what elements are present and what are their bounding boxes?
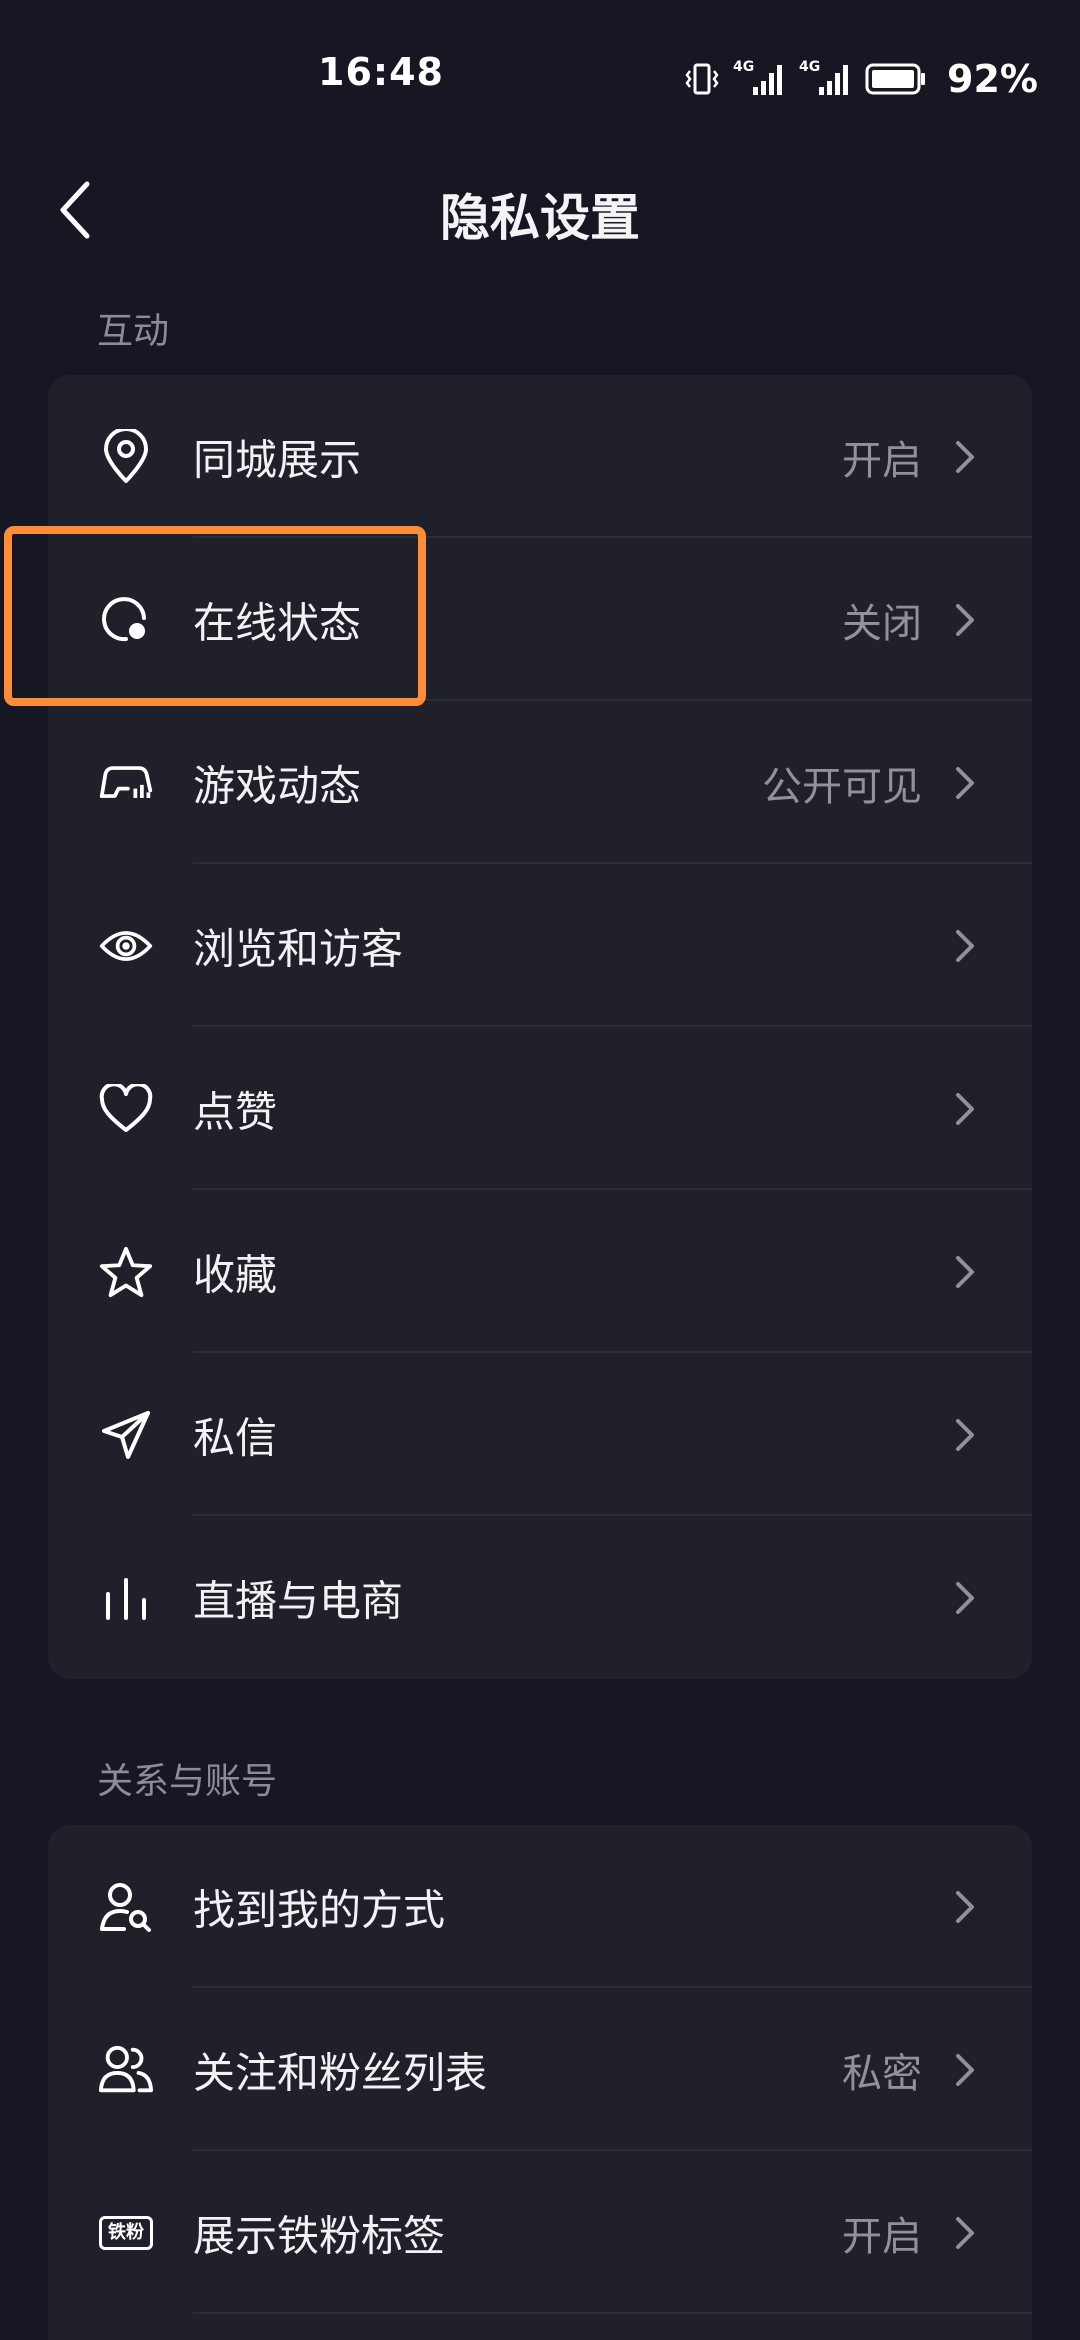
chevron-right-icon: [956, 1092, 974, 1125]
row-value: 私密: [842, 2050, 922, 2097]
chevron-right-icon: [956, 766, 974, 799]
row-label: 浏览和访客: [193, 924, 404, 973]
row-label: 私信: [193, 1413, 278, 1462]
location-pin-icon: [98, 428, 154, 485]
chevron-right-icon: [956, 440, 974, 473]
battery-percent: 92%: [947, 57, 1038, 101]
row-label: 点赞: [193, 1087, 278, 1136]
vibrate-icon: [685, 63, 719, 95]
row-favorites[interactable]: 收藏: [48, 1190, 1032, 1353]
bars-icon: [98, 1570, 154, 1626]
heart-icon: [98, 1081, 154, 1137]
row-browsing-visitors[interactable]: 浏览和访客: [48, 864, 1032, 1027]
row-label: 找到我的方式: [193, 1885, 446, 1934]
chevron-right-icon: [956, 2216, 974, 2249]
row-fan-badge[interactable]: 铁粉 展示铁粉标签 开启: [48, 2151, 1032, 2314]
privacy-settings-page: 16:48 4G 4G 92% 隐私设置 互动 同城展示 开启 在线状态 关闭 …: [0, 0, 1080, 2340]
status-time: 16:48: [318, 50, 444, 94]
game-controller-icon: [98, 755, 154, 811]
signal-2-icon: 4G: [799, 59, 851, 99]
row-find-me[interactable]: 找到我的方式: [48, 1825, 1032, 1988]
row-label: 同城展示: [193, 435, 362, 484]
star-icon: [98, 1244, 154, 1300]
chevron-right-icon: [956, 603, 974, 636]
divider: [193, 2312, 1032, 2314]
row-live-ecommerce[interactable]: 直播与电商: [48, 1516, 1032, 1679]
row-label: 收藏: [193, 1250, 278, 1299]
fan-badge-icon: 铁粉: [98, 2205, 154, 2261]
battery-icon: [865, 63, 926, 95]
row-value: 关闭: [842, 600, 922, 647]
row-label: 展示铁粉标签: [193, 2211, 446, 2260]
chevron-right-icon: [956, 2053, 974, 2086]
status-icons: 4G 4G 92%: [685, 56, 1038, 102]
chevron-right-icon: [956, 1890, 974, 1923]
row-label: 游戏动态: [193, 761, 362, 810]
user-search-icon: [98, 1879, 154, 1935]
row-game-activity[interactable]: 游戏动态 公开可见: [48, 701, 1032, 864]
chevron-right-icon: [956, 1255, 974, 1288]
fan-badge-text: 铁粉: [108, 2221, 144, 2243]
chevron-right-icon: [956, 929, 974, 962]
row-value: 公开可见: [762, 763, 922, 810]
eye-icon: [98, 918, 154, 974]
section-title-interaction: 互动: [97, 311, 170, 352]
users-icon: [98, 2042, 154, 2098]
row-nearby-display[interactable]: 同城展示 开启: [48, 375, 1032, 538]
row-likes[interactable]: 点赞: [48, 1027, 1032, 1190]
chevron-right-icon: [956, 1418, 974, 1451]
header: 隐私设置: [0, 150, 1080, 270]
row-label: 关注和粉丝列表: [193, 2048, 488, 2097]
row-value: 开启: [842, 2213, 922, 2260]
section-title-relations: 关系与账号: [97, 1761, 278, 1802]
send-icon: [98, 1407, 154, 1463]
signal-1-icon: 4G: [733, 59, 785, 99]
row-value: 开启: [842, 437, 922, 484]
chevron-right-icon: [956, 1581, 974, 1614]
highlight-box: [4, 526, 426, 706]
row-label: 直播与电商: [193, 1576, 404, 1625]
row-following-followers[interactable]: 关注和粉丝列表 私密: [48, 1988, 1032, 2151]
row-direct-messages[interactable]: 私信: [48, 1353, 1032, 1516]
page-title: 隐私设置: [440, 189, 640, 247]
status-bar: 16:48 4G 4G 92%: [0, 0, 1080, 150]
relations-card: 找到我的方式 关注和粉丝列表 私密 铁粉 展示铁粉标签 开启: [48, 1825, 1032, 2340]
